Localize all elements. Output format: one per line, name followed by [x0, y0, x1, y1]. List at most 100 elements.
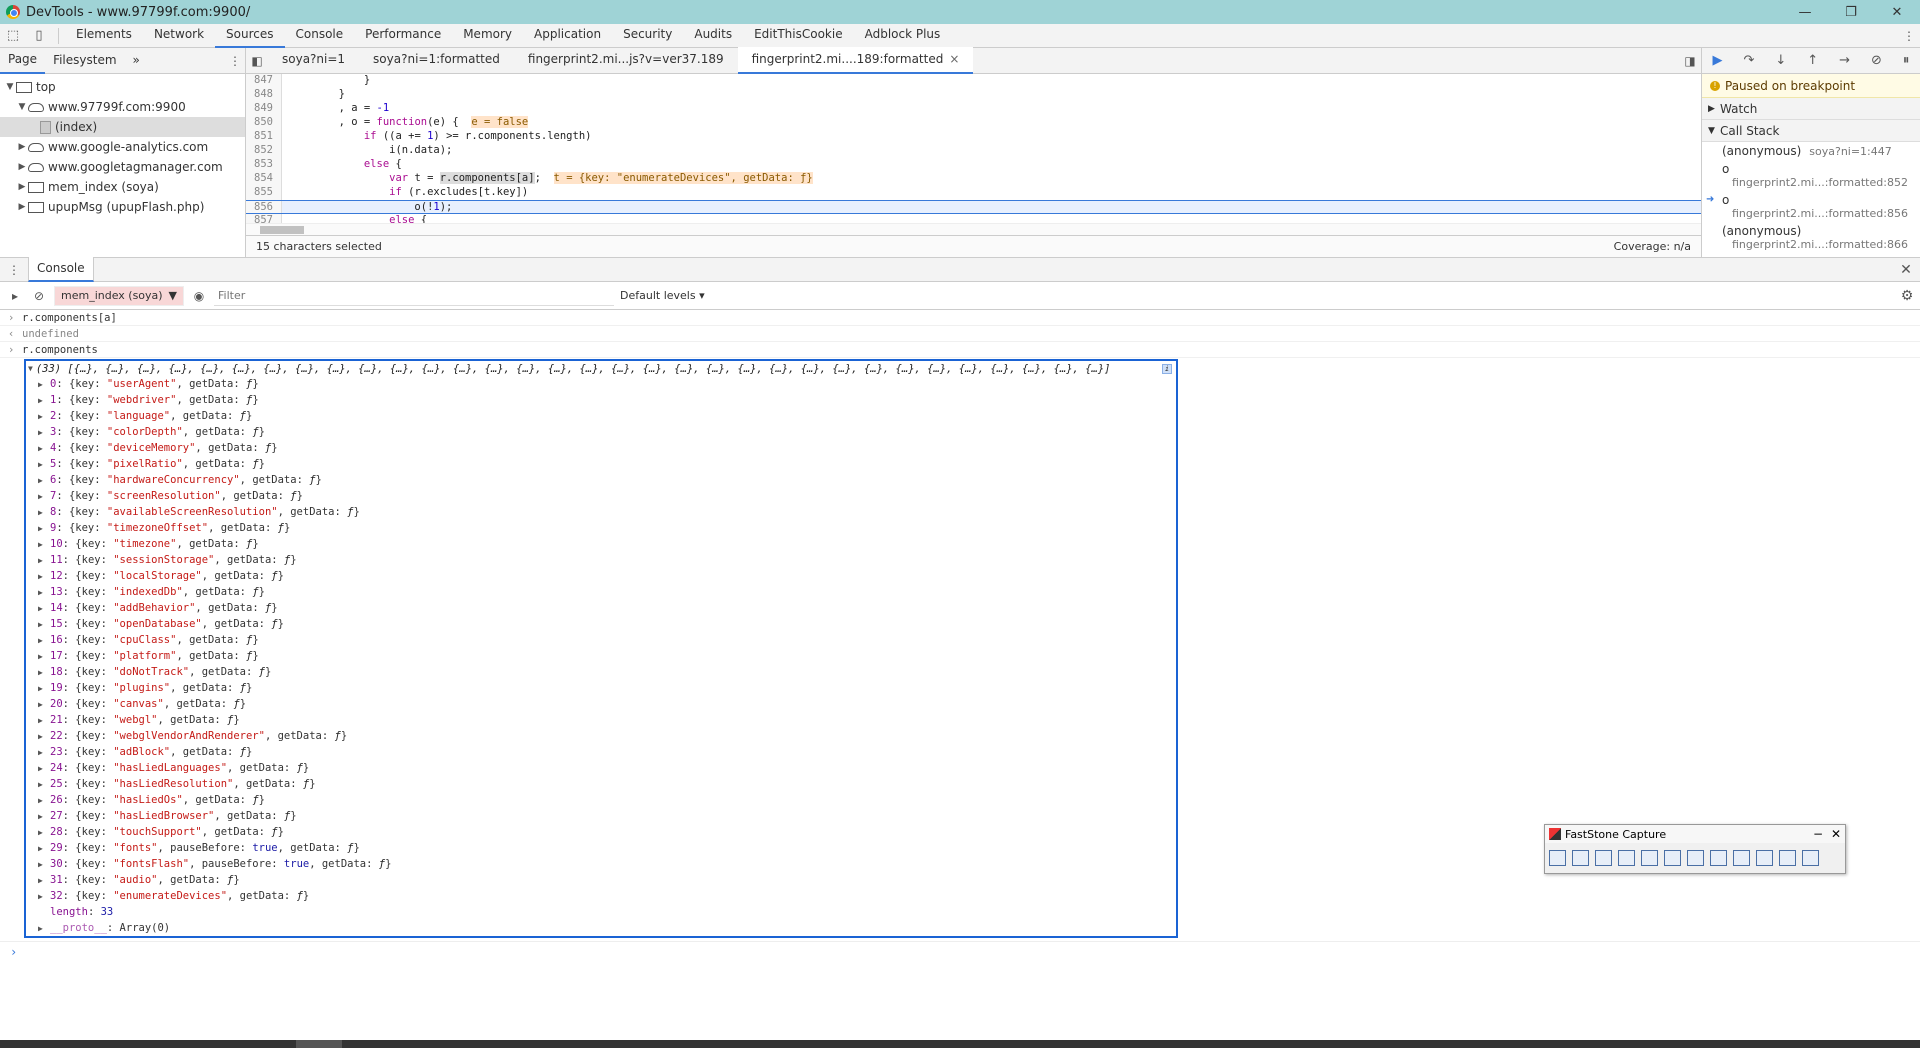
array-item[interactable]: ▶ 20: {key: "canvas", getData: ƒ} — [26, 696, 1176, 712]
minimize-button[interactable]: — — [1782, 5, 1828, 20]
line-number[interactable]: 847 — [246, 74, 282, 88]
tree-item[interactable]: ▶ www.google-analytics.com — [0, 137, 245, 157]
navigator-menu-icon[interactable]: ⋮ — [225, 54, 245, 68]
watch-section[interactable]: ▶ Watch — [1702, 98, 1920, 120]
faststone-tool-icon[interactable] — [1802, 850, 1819, 866]
array-item[interactable]: ▶ 13: {key: "indexedDb", getData: ƒ} — [26, 584, 1176, 600]
tab-security[interactable]: Security — [612, 23, 683, 48]
faststone-tool-icon[interactable] — [1664, 850, 1681, 866]
callstack-frame[interactable]: (anonymous) fingerprint2.mi...:formatted:… — [1702, 222, 1920, 253]
tree-item[interactable]: ▶ upupMsg (upupFlash.php) — [0, 197, 245, 217]
faststone-tool-icon[interactable] — [1710, 850, 1727, 866]
horizontal-scrollbar[interactable] — [246, 223, 1701, 235]
tab-console[interactable]: Console — [285, 23, 355, 48]
step-into-icon[interactable]: ↓ — [1775, 53, 1786, 68]
show-sidebar-icon[interactable]: ▸ — [6, 289, 24, 303]
faststone-tool-icon[interactable] — [1733, 850, 1750, 866]
step-icon[interactable]: → — [1839, 53, 1850, 68]
tab-audits[interactable]: Audits — [683, 23, 743, 48]
line-number[interactable]: 853 — [246, 158, 282, 172]
console-prompt[interactable]: › — [0, 941, 1920, 961]
callstack-frame[interactable]: ofingerprint2.mi...:formatted:856 — [1702, 191, 1920, 222]
array-item[interactable]: ▶ 12: {key: "localStorage", getData: ƒ} — [26, 568, 1176, 584]
drawer-menu-icon[interactable]: ⋮ — [0, 263, 28, 277]
tab-application[interactable]: Application — [523, 23, 612, 48]
faststone-tool-icon[interactable] — [1641, 850, 1658, 866]
array-item[interactable]: ▶ 22: {key: "webglVendorAndRenderer", get… — [26, 728, 1176, 744]
array-item[interactable]: ▶ 28: {key: "touchSupport", getData: ƒ} — [26, 824, 1176, 840]
scroll-thumb[interactable] — [260, 226, 304, 234]
line-number[interactable]: 857 — [246, 214, 282, 223]
array-item[interactable]: ▶ 8: {key: "availableScreenResolution", g… — [26, 504, 1176, 520]
array-item[interactable]: ▶ 11: {key: "sessionStorage", getData: ƒ} — [26, 552, 1176, 568]
faststone-tool-icon[interactable] — [1618, 850, 1635, 866]
console-filter-input[interactable] — [214, 285, 614, 306]
tab-filesystem[interactable]: Filesystem — [45, 48, 124, 73]
clear-console-icon[interactable]: ⊘ — [30, 289, 48, 303]
callstack-section[interactable]: ▼ Call Stack — [1702, 120, 1920, 142]
tab-performance[interactable]: Performance — [354, 23, 452, 48]
tree-item[interactable]: ▶ mem_index (soya) — [0, 177, 245, 197]
faststone-tool-icon[interactable] — [1756, 850, 1773, 866]
restore-button[interactable]: ❐ — [1828, 5, 1874, 20]
array-item[interactable]: ▶ 23: {key: "adBlock", getData: ƒ} — [26, 744, 1176, 760]
faststone-tool-icon[interactable] — [1572, 850, 1589, 866]
callstack-frame[interactable]: o fingerprint2.mi...:formatted:852 — [1702, 160, 1920, 191]
array-item[interactable]: ▶ 21: {key: "webgl", getData: ƒ} — [26, 712, 1176, 728]
array-item[interactable]: ▶ 19: {key: "plugins", getData: ƒ} — [26, 680, 1176, 696]
array-item[interactable]: ▶ 15: {key: "openDatabase", getData: ƒ} — [26, 616, 1176, 632]
line-number[interactable]: 852 — [246, 144, 282, 158]
pause-on-exceptions-icon[interactable]: ⏸ — [1903, 53, 1910, 68]
tree-item[interactable]: ▼ top — [0, 77, 245, 97]
line-number[interactable]: 855 — [246, 186, 282, 200]
device-toolbar-icon[interactable]: ▯ — [26, 28, 52, 43]
tab-editthiscookie[interactable]: EditThisCookie — [743, 23, 854, 48]
inspect-element-icon[interactable]: ⬚ — [0, 28, 26, 43]
faststone-minimize-button[interactable]: − — [1809, 827, 1827, 841]
array-item[interactable]: ▶ 18: {key: "doNotTrack", getData: ƒ} — [26, 664, 1176, 680]
tab-sources[interactable]: Sources — [215, 23, 285, 48]
tree-item[interactable]: (index) — [0, 117, 245, 137]
array-proto[interactable]: ▶ __proto__: Array(0) — [26, 920, 1176, 936]
array-item[interactable]: ▶ 4: {key: "deviceMemory", getData: ƒ} — [26, 440, 1176, 456]
context-selector[interactable]: mem_index (soya) ▼ — [54, 285, 184, 306]
array-item[interactable]: ▶ 5: {key: "pixelRatio", getData: ƒ} — [26, 456, 1176, 472]
toggle-navigator-icon[interactable]: ◧ — [246, 54, 268, 68]
faststone-close-button[interactable]: ✕ — [1827, 827, 1845, 841]
tab-console-drawer[interactable]: Console — [28, 257, 94, 282]
tree-item[interactable]: ▶ www.googletagmanager.com — [0, 157, 245, 177]
array-item[interactable]: ▶ 16: {key: "cpuClass", getData: ƒ} — [26, 632, 1176, 648]
array-item[interactable]: ▶ 30: {key: "fontsFlash", pauseBefore: tr… — [26, 856, 1176, 872]
line-number[interactable]: 854 — [246, 172, 282, 186]
step-out-icon[interactable]: ↑ — [1807, 53, 1818, 68]
tab-network[interactable]: Network — [143, 23, 215, 48]
line-number[interactable]: 856 — [246, 201, 282, 213]
array-item[interactable]: ▶ 14: {key: "addBehavior", getData: ƒ} — [26, 600, 1176, 616]
taskbar-item[interactable] — [296, 1040, 342, 1048]
array-item[interactable]: ▶ 17: {key: "platform", getData: ƒ} — [26, 648, 1176, 664]
resume-icon[interactable]: ▶ — [1712, 53, 1722, 68]
array-item[interactable]: ▶ 29: {key: "fonts", pauseBefore: true, g… — [26, 840, 1176, 856]
code-editor[interactable]: 847 } 848 } 849 , a = -1 850 , o = function… — [246, 74, 1701, 223]
faststone-tool-icon[interactable] — [1687, 850, 1704, 866]
file-tab[interactable]: fingerprint2.mi....189:formatted × — [737, 47, 974, 74]
faststone-tool-icon[interactable] — [1595, 850, 1612, 866]
array-item[interactable]: ▶ 24: {key: "hasLiedLanguages", getData: … — [26, 760, 1176, 776]
tab-page[interactable]: Page — [0, 47, 46, 74]
line-number[interactable]: 848 — [246, 88, 282, 102]
close-tab-icon[interactable]: × — [949, 52, 959, 66]
array-item[interactable]: ▶ 32: {key: "enumerateDevices", getData: … — [26, 888, 1176, 904]
array-item[interactable]: ▶ 2: {key: "language", getData: ƒ} — [26, 408, 1176, 424]
array-item[interactable]: ▶ 27: {key: "hasLiedBrowser", getData: ƒ} — [26, 808, 1176, 824]
live-expression-eye-icon[interactable]: ◉ — [190, 289, 208, 303]
line-number[interactable]: 851 — [246, 130, 282, 144]
file-tab[interactable]: soya?ni=1 — [268, 47, 359, 74]
step-over-icon[interactable]: ↷ — [1743, 53, 1754, 68]
array-item[interactable]: ▶ 26: {key: "hasLiedOs", getData: ƒ} — [26, 792, 1176, 808]
close-drawer-icon[interactable]: ✕ — [1892, 262, 1920, 278]
log-levels-dropdown[interactable]: Default levels ▾ — [620, 289, 705, 302]
array-item[interactable]: ▶ 0: {key: "userAgent", getData: ƒ} — [26, 376, 1176, 392]
array-header[interactable]: ▼ (33) [{…}, {…}, {…}, {…}, {…}, {…}, {…}… — [26, 361, 1176, 376]
file-tab[interactable]: fingerprint2.mi...js?v=ver37.189 — [514, 47, 738, 74]
tab-elements[interactable]: Elements — [65, 23, 143, 48]
